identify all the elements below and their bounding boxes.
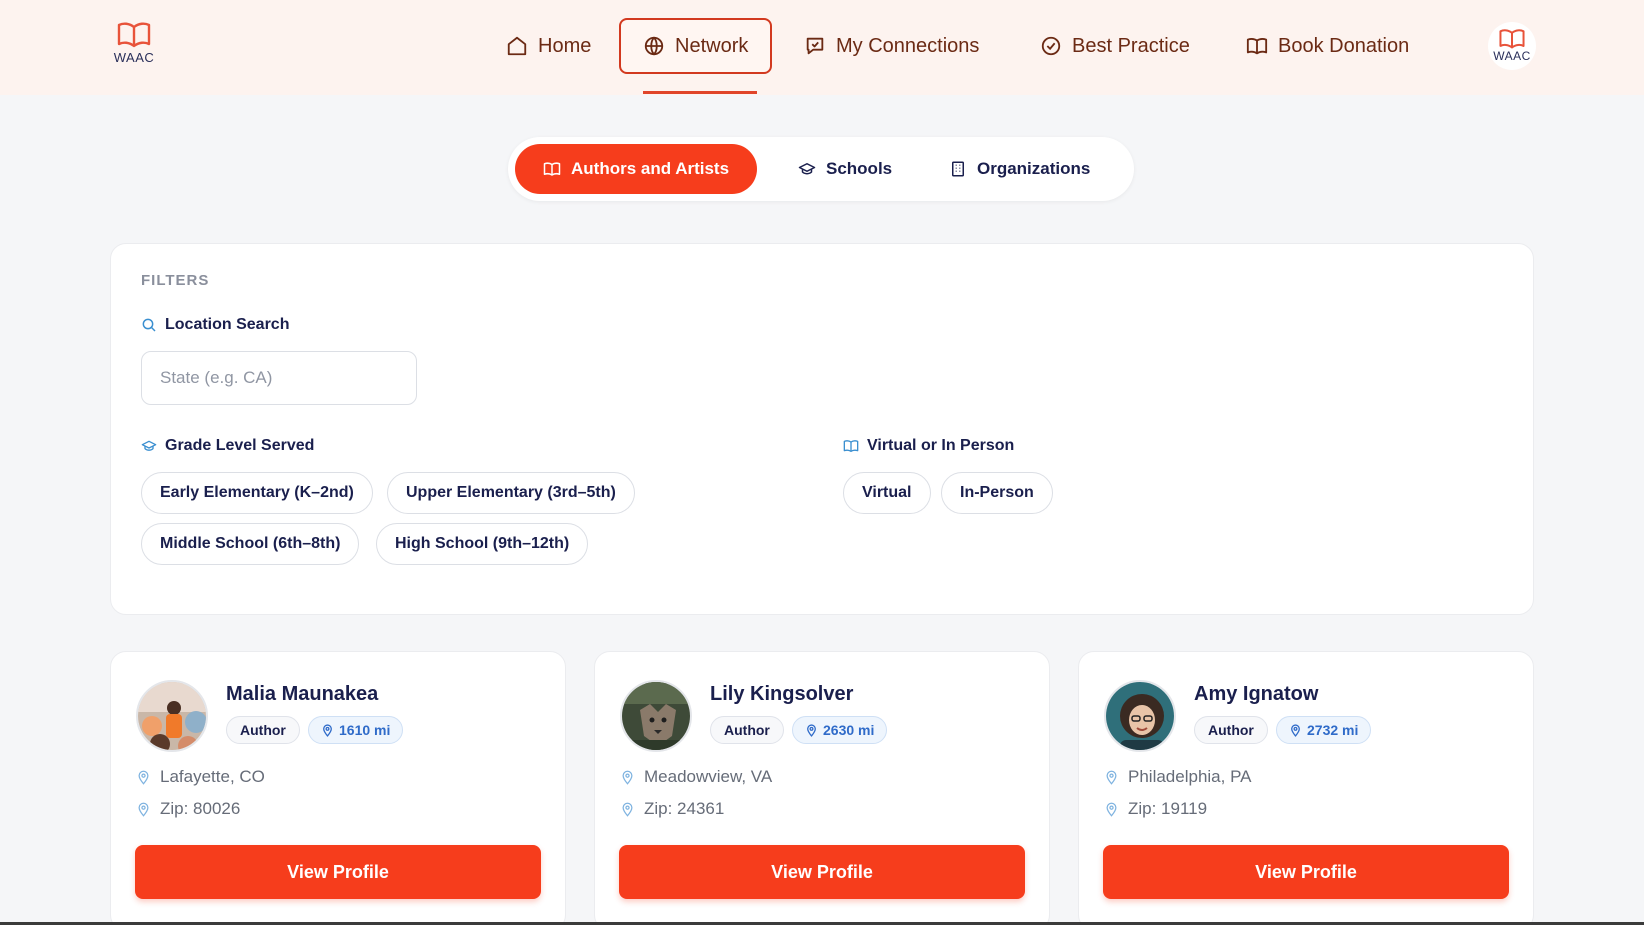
- state-search-input[interactable]: [141, 351, 417, 405]
- book-open-icon: [543, 162, 561, 176]
- zip-text: Zip: 19119: [1128, 799, 1208, 818]
- map-pin-icon: [622, 770, 633, 785]
- distance-badge: 2630 mi: [792, 716, 888, 744]
- grade-level-label-text: Grade Level Served: [165, 437, 315, 454]
- building-icon: [952, 161, 964, 177]
- map-pin-icon: [622, 802, 633, 817]
- nav-book-donation-label: Book Donation: [1278, 34, 1410, 57]
- nav-home[interactable]: Home: [506, 18, 591, 74]
- tab-authors-and-artists[interactable]: Authors and Artists: [515, 144, 758, 194]
- grade-chip-upper-elementary[interactable]: Upper Elementary (3rd–5th): [387, 472, 635, 514]
- grade-level-label: Grade Level Served: [141, 437, 314, 455]
- map-pin-icon: [323, 723, 332, 737]
- tab-schools-label: Schools: [826, 159, 893, 178]
- location-line: Lafayette, CO: [136, 767, 265, 787]
- role-badge: Author: [1194, 716, 1268, 744]
- mode-chip-virtual[interactable]: Virtual: [843, 472, 931, 514]
- active-nav-indicator: [643, 91, 757, 94]
- virtual-in-person-label-text: Virtual or In Person: [867, 437, 1015, 454]
- zip-line: Zip: 80026: [136, 799, 240, 819]
- avatar[interactable]: [620, 680, 692, 752]
- avatar-photo: [622, 682, 690, 750]
- logo-text: WAAC: [113, 50, 155, 65]
- location-search-label: Location Search: [141, 316, 289, 334]
- location-line: Philadelphia, PA: [1104, 767, 1252, 787]
- zip-line: Zip: 19119: [1104, 799, 1207, 819]
- home-icon: [507, 36, 527, 56]
- book-open-icon: [843, 440, 859, 452]
- zip-text: Zip: 24361: [644, 799, 725, 818]
- book-open-icon: [117, 22, 151, 48]
- virtual-in-person-label: Virtual or In Person: [843, 437, 1014, 455]
- category-tabs: Authors and Artists Schools Organization…: [508, 137, 1134, 201]
- top-navbar: WAAC Home Network My Connections Best Pr…: [0, 0, 1644, 95]
- profile-card: Amy Ignatow Author 2732 mi Philadelphia,…: [1078, 651, 1534, 925]
- book-open-icon: [1246, 38, 1268, 55]
- filters-panel: FILTERS Location Search Grade Level Serv…: [110, 243, 1534, 615]
- graduation-cap-icon: [141, 440, 157, 451]
- nav-my-connections[interactable]: My Connections: [804, 18, 979, 74]
- mode-chip-in-person[interactable]: In-Person: [941, 472, 1053, 514]
- map-pin-icon: [1106, 802, 1117, 817]
- filters-title: FILTERS: [141, 272, 210, 289]
- map-pin-icon: [807, 723, 816, 737]
- globe-icon: [644, 36, 664, 56]
- nav-my-connections-label: My Connections: [836, 34, 980, 57]
- nav-book-donation[interactable]: Book Donation: [1246, 18, 1409, 74]
- profile-avatar[interactable]: WAAC: [1488, 22, 1536, 70]
- distance-text: 2630 mi: [823, 722, 875, 738]
- author-name[interactable]: Malia Maunakea: [226, 683, 378, 706]
- nav-network-label: Network: [675, 34, 749, 57]
- author-name[interactable]: Lily Kingsolver: [710, 683, 853, 706]
- grade-chip-high-school[interactable]: High School (9th–12th): [376, 523, 589, 565]
- distance-text: 2732 mi: [1307, 722, 1359, 738]
- location-text: Philadelphia, PA: [1128, 767, 1252, 786]
- message-check-icon: [806, 37, 824, 55]
- map-pin-icon: [1106, 770, 1117, 785]
- nav-best-practice[interactable]: Best Practice: [1040, 18, 1190, 74]
- zip-text: Zip: 80026: [160, 799, 241, 818]
- nav-network[interactable]: Network: [619, 18, 773, 74]
- profile-logo-text: WAAC: [1493, 49, 1531, 63]
- tab-organizations[interactable]: Organizations: [921, 144, 1118, 194]
- location-text: Meadowview, VA: [644, 767, 773, 786]
- profile-card: Malia Maunakea Author 1610 mi Lafayette,…: [110, 651, 566, 925]
- profile-card: Lily Kingsolver Author 2630 mi Meadowvie…: [594, 651, 1050, 925]
- grade-chip-early-elementary[interactable]: Early Elementary (K–2nd): [141, 472, 373, 514]
- zip-line: Zip: 24361: [620, 799, 724, 819]
- view-profile-button[interactable]: View Profile: [1103, 845, 1509, 899]
- map-pin-icon: [138, 770, 149, 785]
- location-text: Lafayette, CO: [160, 767, 265, 786]
- avatar[interactable]: [1104, 680, 1176, 752]
- search-icon: [142, 318, 156, 332]
- nav-best-practice-label: Best Practice: [1072, 34, 1190, 57]
- book-open-icon: [1499, 29, 1525, 49]
- author-name[interactable]: Amy Ignatow: [1194, 683, 1318, 706]
- tab-schools[interactable]: Schools: [770, 144, 920, 194]
- location-search-label-text: Location Search: [165, 316, 290, 333]
- distance-badge: 1610 mi: [308, 716, 404, 744]
- check-circle-icon: [1041, 36, 1061, 56]
- role-badge: Author: [226, 716, 300, 744]
- map-pin-icon: [1291, 723, 1300, 737]
- location-line: Meadowview, VA: [620, 767, 772, 787]
- role-badge: Author: [710, 716, 784, 744]
- waac-logo[interactable]: WAAC: [108, 22, 160, 72]
- grade-chip-middle-school[interactable]: Middle School (6th–8th): [141, 523, 360, 565]
- avatar[interactable]: [136, 680, 208, 752]
- graduation-cap-icon: [798, 163, 816, 175]
- view-profile-button[interactable]: View Profile: [135, 845, 541, 899]
- nav-home-label: Home: [538, 34, 592, 57]
- tab-organizations-label: Organizations: [977, 159, 1091, 178]
- avatar-photo: [138, 682, 206, 750]
- avatar-photo: [1106, 682, 1174, 750]
- view-profile-button[interactable]: View Profile: [619, 845, 1025, 899]
- distance-text: 1610 mi: [339, 722, 391, 738]
- distance-badge: 2732 mi: [1276, 716, 1372, 744]
- tab-authors-and-artists-label: Authors and Artists: [571, 159, 730, 178]
- map-pin-icon: [138, 802, 149, 817]
